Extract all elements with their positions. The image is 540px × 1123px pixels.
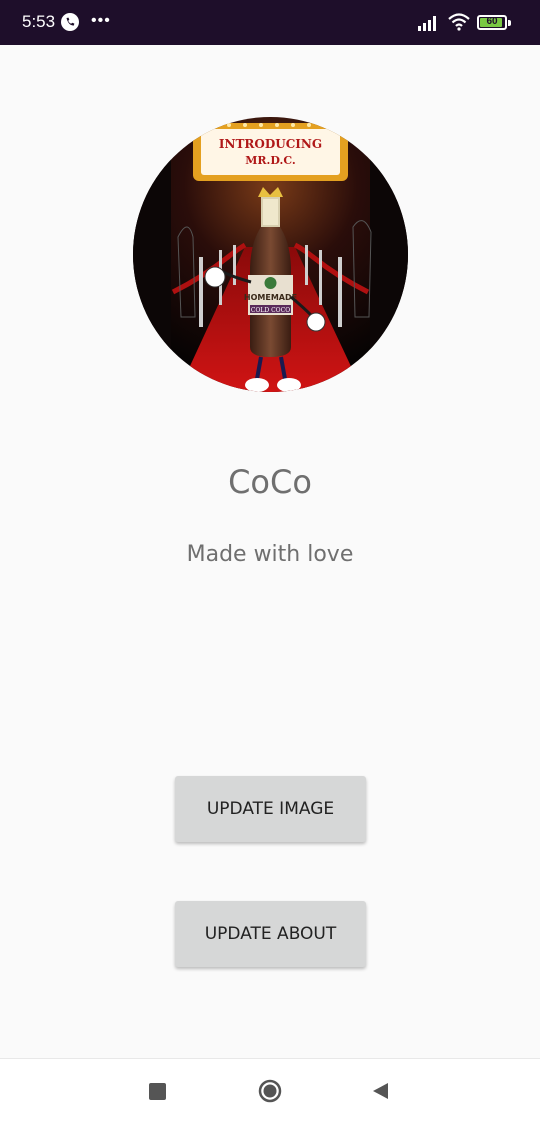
home-icon[interactable] [258, 1079, 282, 1103]
image-sublabel: COLD COCO [251, 307, 290, 314]
status-bar: 5:53 ••• 60 [0, 0, 540, 45]
battery-icon: 60 [477, 15, 507, 30]
image-banner-line1: INTRODUCING [219, 137, 322, 151]
profile-about: Made with love [186, 542, 354, 567]
update-image-button[interactable]: UPDATE IMAGE [175, 776, 366, 842]
image-label: HOMEMADE [244, 293, 297, 302]
navigation-bar [0, 1058, 540, 1123]
profile-name: CoCo [228, 463, 312, 501]
image-banner-line2: MR.D.C. [245, 154, 296, 167]
profile-image: INTRODUCING MR.D.C. HOMEMADE COLD COCO [133, 117, 408, 392]
update-about-button[interactable]: UPDATE ABOUT [175, 901, 366, 967]
battery-level: 60 [486, 16, 498, 27]
recents-icon[interactable] [149, 1083, 166, 1100]
status-time: 5:53 [22, 12, 56, 31]
back-icon[interactable] [370, 1081, 390, 1101]
signal-icon [418, 16, 436, 31]
phone-icon [61, 13, 79, 31]
wifi-icon [448, 13, 470, 31]
battery-tip [508, 20, 511, 26]
more-icon: ••• [91, 12, 111, 29]
